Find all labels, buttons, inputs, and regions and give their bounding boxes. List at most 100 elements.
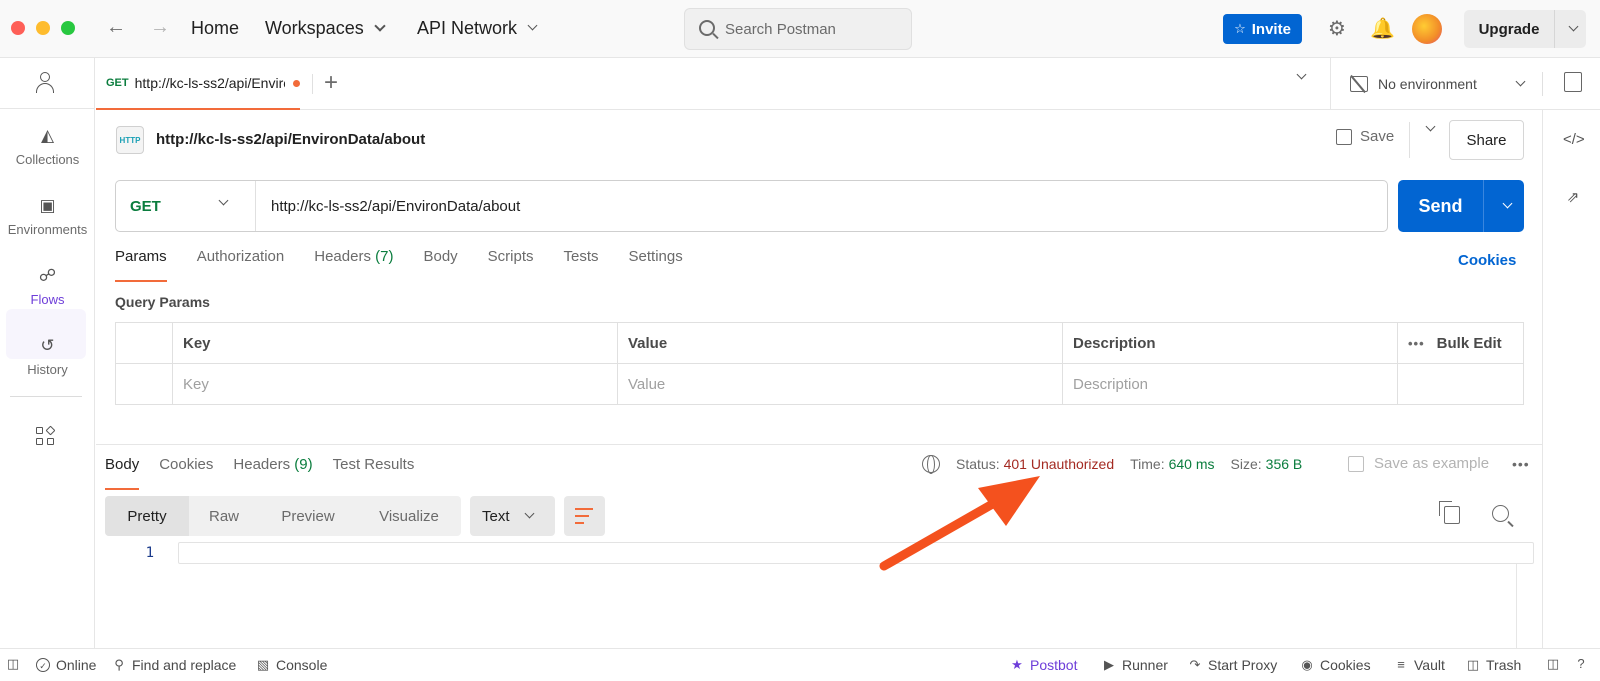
url-bar: GET http://kc-ls-ss2/api/EnvironData/abo…: [115, 180, 1388, 232]
settings-gear-icon[interactable]: ⚙: [1325, 17, 1349, 41]
vault[interactable]: ≡ Vault: [1394, 657, 1445, 673]
console[interactable]: ▧ Console: [256, 657, 328, 673]
tab-label: Settings: [628, 248, 683, 265]
url-value: http://kc-ls-ss2/api/EnvironData/about: [271, 197, 521, 215]
tab-params[interactable]: Params: [115, 248, 167, 282]
view-raw[interactable]: Raw: [189, 496, 259, 536]
size-value[interactable]: 356 B: [1266, 456, 1303, 472]
toggle-sidebar-icon[interactable]: ◫: [6, 657, 20, 671]
search-icon[interactable]: [1492, 505, 1509, 522]
upgrade-dropdown[interactable]: [1554, 10, 1586, 48]
notification-bell-icon[interactable]: 🔔: [1370, 17, 1395, 41]
sidebar-item-flows[interactable]: ☍ Flows: [0, 266, 95, 307]
sidebar-item-collections[interactable]: ◭ Collections: [0, 126, 95, 167]
view-visualize[interactable]: Visualize: [357, 496, 461, 536]
tab-authorization[interactable]: Authorization: [197, 248, 285, 282]
row-checkbox[interactable]: [116, 364, 173, 405]
sidebar-item-history[interactable]: ↺ History: [0, 336, 95, 377]
layout-icon[interactable]: ◫: [1546, 657, 1560, 671]
cookies-link[interactable]: Cookies: [1458, 252, 1516, 269]
status-value[interactable]: 401 Unauthorized: [1004, 456, 1115, 472]
view-preview[interactable]: Preview: [259, 496, 357, 536]
search-input[interactable]: Search Postman: [684, 8, 912, 50]
url-input[interactable]: http://kc-ls-ss2/api/EnvironData/about: [271, 181, 1371, 231]
environment-selector[interactable]: No environment: [1350, 72, 1526, 96]
response-tab-test-results[interactable]: Test Results: [333, 456, 415, 490]
tab-tests[interactable]: Tests: [564, 248, 599, 282]
back-arrow-icon[interactable]: ←: [106, 17, 126, 37]
tab-label: Cookies: [159, 456, 214, 473]
window-close-button[interactable]: [11, 21, 25, 35]
add-apps-icon[interactable]: [36, 425, 56, 445]
wrap-lines-icon[interactable]: [564, 496, 605, 536]
chevron-down-icon: [1515, 76, 1526, 87]
view-pretty[interactable]: Pretty: [105, 496, 189, 536]
new-tab-plus-icon[interactable]: +: [324, 70, 338, 96]
online-status[interactable]: ✓ Online: [36, 657, 96, 673]
home-link[interactable]: Home: [191, 17, 239, 39]
postbot[interactable]: ★ Postbot: [1010, 657, 1077, 673]
sidebar-item-environments[interactable]: ▣ Environments: [0, 196, 95, 237]
status-label: Vault: [1414, 657, 1445, 673]
history-icon: ↺: [40, 336, 55, 355]
window-zoom-button[interactable]: [61, 21, 75, 35]
response-tab-cookies[interactable]: Cookies: [159, 456, 213, 490]
cookies[interactable]: ◉ Cookies: [1300, 657, 1370, 673]
related-collections-icon[interactable]: ⇗: [1563, 188, 1583, 208]
send-button[interactable]: Send: [1398, 180, 1524, 232]
tab-scripts[interactable]: Scripts: [488, 248, 534, 282]
response-tab-body[interactable]: Body: [105, 456, 140, 490]
editor-scrollbar[interactable]: [1516, 564, 1517, 648]
copy-icon[interactable]: [1439, 501, 1460, 524]
description-input[interactable]: Description: [1063, 364, 1398, 405]
http-icon: HTTP: [116, 126, 144, 154]
tab-settings[interactable]: Settings: [629, 248, 683, 282]
send-options-dropdown[interactable]: [1483, 180, 1524, 232]
response-body-editor[interactable]: [178, 542, 1534, 564]
tab-divider: [312, 74, 313, 94]
method-select[interactable]: GET: [116, 181, 256, 231]
workspaces-menu[interactable]: Workspaces: [265, 17, 386, 39]
response-tab-headers[interactable]: Headers (9): [233, 456, 312, 490]
tab-headers[interactable]: Headers (7): [314, 248, 393, 282]
save-options-chevron-icon[interactable]: [1425, 121, 1436, 132]
time-value[interactable]: 640 ms: [1169, 456, 1215, 472]
code-snippet-icon[interactable]: </>: [1563, 130, 1585, 150]
request-title[interactable]: http://kc-ls-ss2/api/EnvironData/about: [156, 131, 425, 148]
request-tab[interactable]: GET http://kc-ls-ss2/api/EnvironData/abo…: [96, 58, 300, 110]
save-as-example-button[interactable]: Save as example: [1348, 455, 1489, 472]
status-label: Postbot: [1030, 657, 1078, 673]
trash[interactable]: ◫ Trash: [1466, 657, 1521, 673]
save-label: Save: [1360, 128, 1395, 145]
globe-icon[interactable]: [922, 455, 940, 474]
user-profile-icon[interactable]: [34, 72, 56, 96]
upgrade-button[interactable]: Upgrade: [1464, 10, 1586, 48]
search-placeholder: Search Postman: [725, 20, 836, 38]
invite-button[interactable]: ☆ Invite: [1223, 14, 1302, 44]
key-input[interactable]: Key: [173, 364, 618, 405]
runner[interactable]: ▶ Runner: [1102, 657, 1168, 673]
add-user-icon: ☆: [1234, 21, 1246, 36]
environment-quick-look-icon[interactable]: [1564, 72, 1582, 92]
time-label: Time:: [1130, 456, 1165, 472]
save-button[interactable]: Save: [1336, 128, 1394, 145]
value-input[interactable]: Value: [618, 364, 1063, 405]
tab-body[interactable]: Body: [423, 248, 457, 282]
find-and-replace[interactable]: ⚲ Find and replace: [112, 657, 236, 673]
tab-list-chevron-icon[interactable]: [1296, 69, 1307, 80]
more-options-icon[interactable]: •••: [1512, 456, 1530, 472]
start-proxy[interactable]: ↷ Start Proxy: [1188, 657, 1278, 673]
user-avatar[interactable]: [1412, 14, 1442, 44]
help-icon[interactable]: ?: [1574, 657, 1588, 671]
forward-arrow-icon[interactable]: →: [150, 17, 170, 37]
sidebar-item-label: History: [27, 362, 68, 377]
bulk-edit-label: Bulk Edit: [1436, 335, 1502, 352]
tab-label: Headers: [314, 248, 371, 265]
share-button[interactable]: Share: [1449, 120, 1524, 160]
window-minimize-button[interactable]: [36, 21, 50, 35]
api-network-menu[interactable]: API Network: [417, 17, 538, 39]
format-select[interactable]: Text: [470, 496, 555, 536]
response-tabs: Body Cookies Headers (9) Test Results: [105, 456, 434, 490]
flows-icon: ☍: [38, 266, 57, 285]
bulk-edit-button[interactable]: ••• Bulk Edit: [1398, 323, 1523, 364]
